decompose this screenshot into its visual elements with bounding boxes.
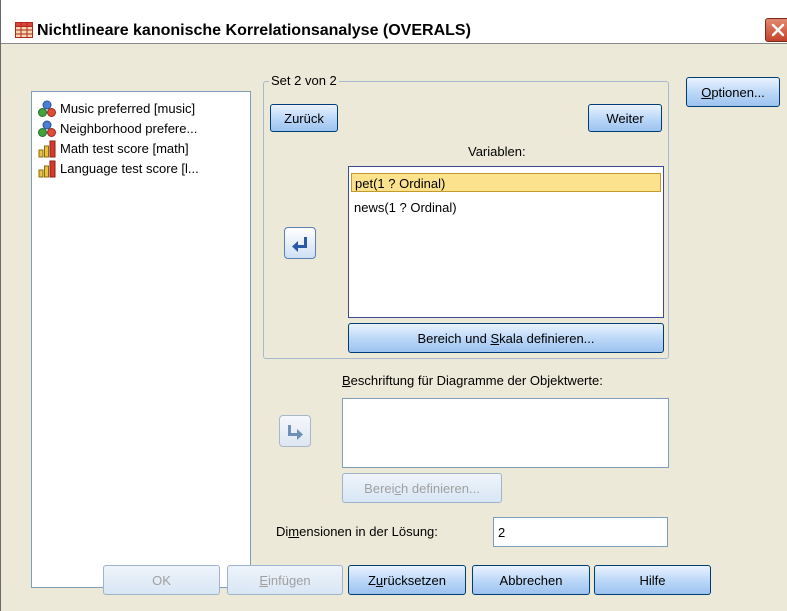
close-icon xyxy=(771,23,785,37)
reset-button[interactable]: Zurücksetzen xyxy=(348,565,466,595)
paste-button[interactable]: Einfügen xyxy=(227,565,343,595)
list-item-label: Music preferred [music] xyxy=(60,101,196,116)
arrow-right-icon xyxy=(288,425,303,440)
list-item-label: Neighborhood prefere... xyxy=(60,121,198,136)
cancel-button[interactable]: Abbrechen xyxy=(472,565,590,595)
variables-label: Variablen: xyxy=(468,144,526,159)
help-button[interactable]: Hilfe xyxy=(594,565,711,595)
arrow-left-icon xyxy=(292,237,307,252)
dimensions-input[interactable] xyxy=(493,517,668,547)
variables-list[interactable]: pet(1 ? Ordinal) news(1 ? Ordinal) xyxy=(348,166,664,318)
data-grid-icon xyxy=(15,22,33,38)
define-range-scale-button[interactable]: Bereich und Skala definieren... xyxy=(348,323,664,353)
list-item-label: Math test score [math] xyxy=(60,141,189,156)
window-title: Nichtlineare kanonische Korrelationsanal… xyxy=(37,22,471,39)
source-variable-list[interactable]: Music preferred [music] Neighborhood pre… xyxy=(31,91,251,588)
list-item-label: Language test score [l... xyxy=(60,161,199,176)
define-range-button[interactable]: Bereich definieren... xyxy=(342,473,502,503)
close-button[interactable] xyxy=(765,18,787,42)
list-item[interactable]: news(1 ? Ordinal) xyxy=(351,198,661,217)
scale-icon xyxy=(38,160,56,178)
next-button[interactable]: Weiter xyxy=(588,104,662,132)
back-button[interactable]: Zurück xyxy=(270,104,338,132)
list-item-selected[interactable]: pet(1 ? Ordinal) xyxy=(351,173,661,192)
move-label-button[interactable] xyxy=(279,415,311,447)
move-variable-button[interactable] xyxy=(284,227,316,259)
options-button[interactable]: Optionen... xyxy=(686,77,780,107)
nominal-icon xyxy=(38,120,56,138)
set-group-legend: Set 2 von 2 xyxy=(269,73,339,88)
nominal-icon xyxy=(38,100,56,118)
dimensions-label: Dimensionen in der Lösung: xyxy=(276,524,438,539)
ok-button[interactable]: OK xyxy=(103,565,220,595)
title-bar: Nichtlineare kanonische Korrelationsanal… xyxy=(1,0,787,44)
object-scores-label: Beschriftung für Diagramme der Objektwer… xyxy=(342,373,603,388)
dialog-window: Nichtlineare kanonische Korrelationsanal… xyxy=(0,0,787,611)
scale-icon xyxy=(38,140,56,158)
object-scores-label-list[interactable] xyxy=(342,398,669,468)
